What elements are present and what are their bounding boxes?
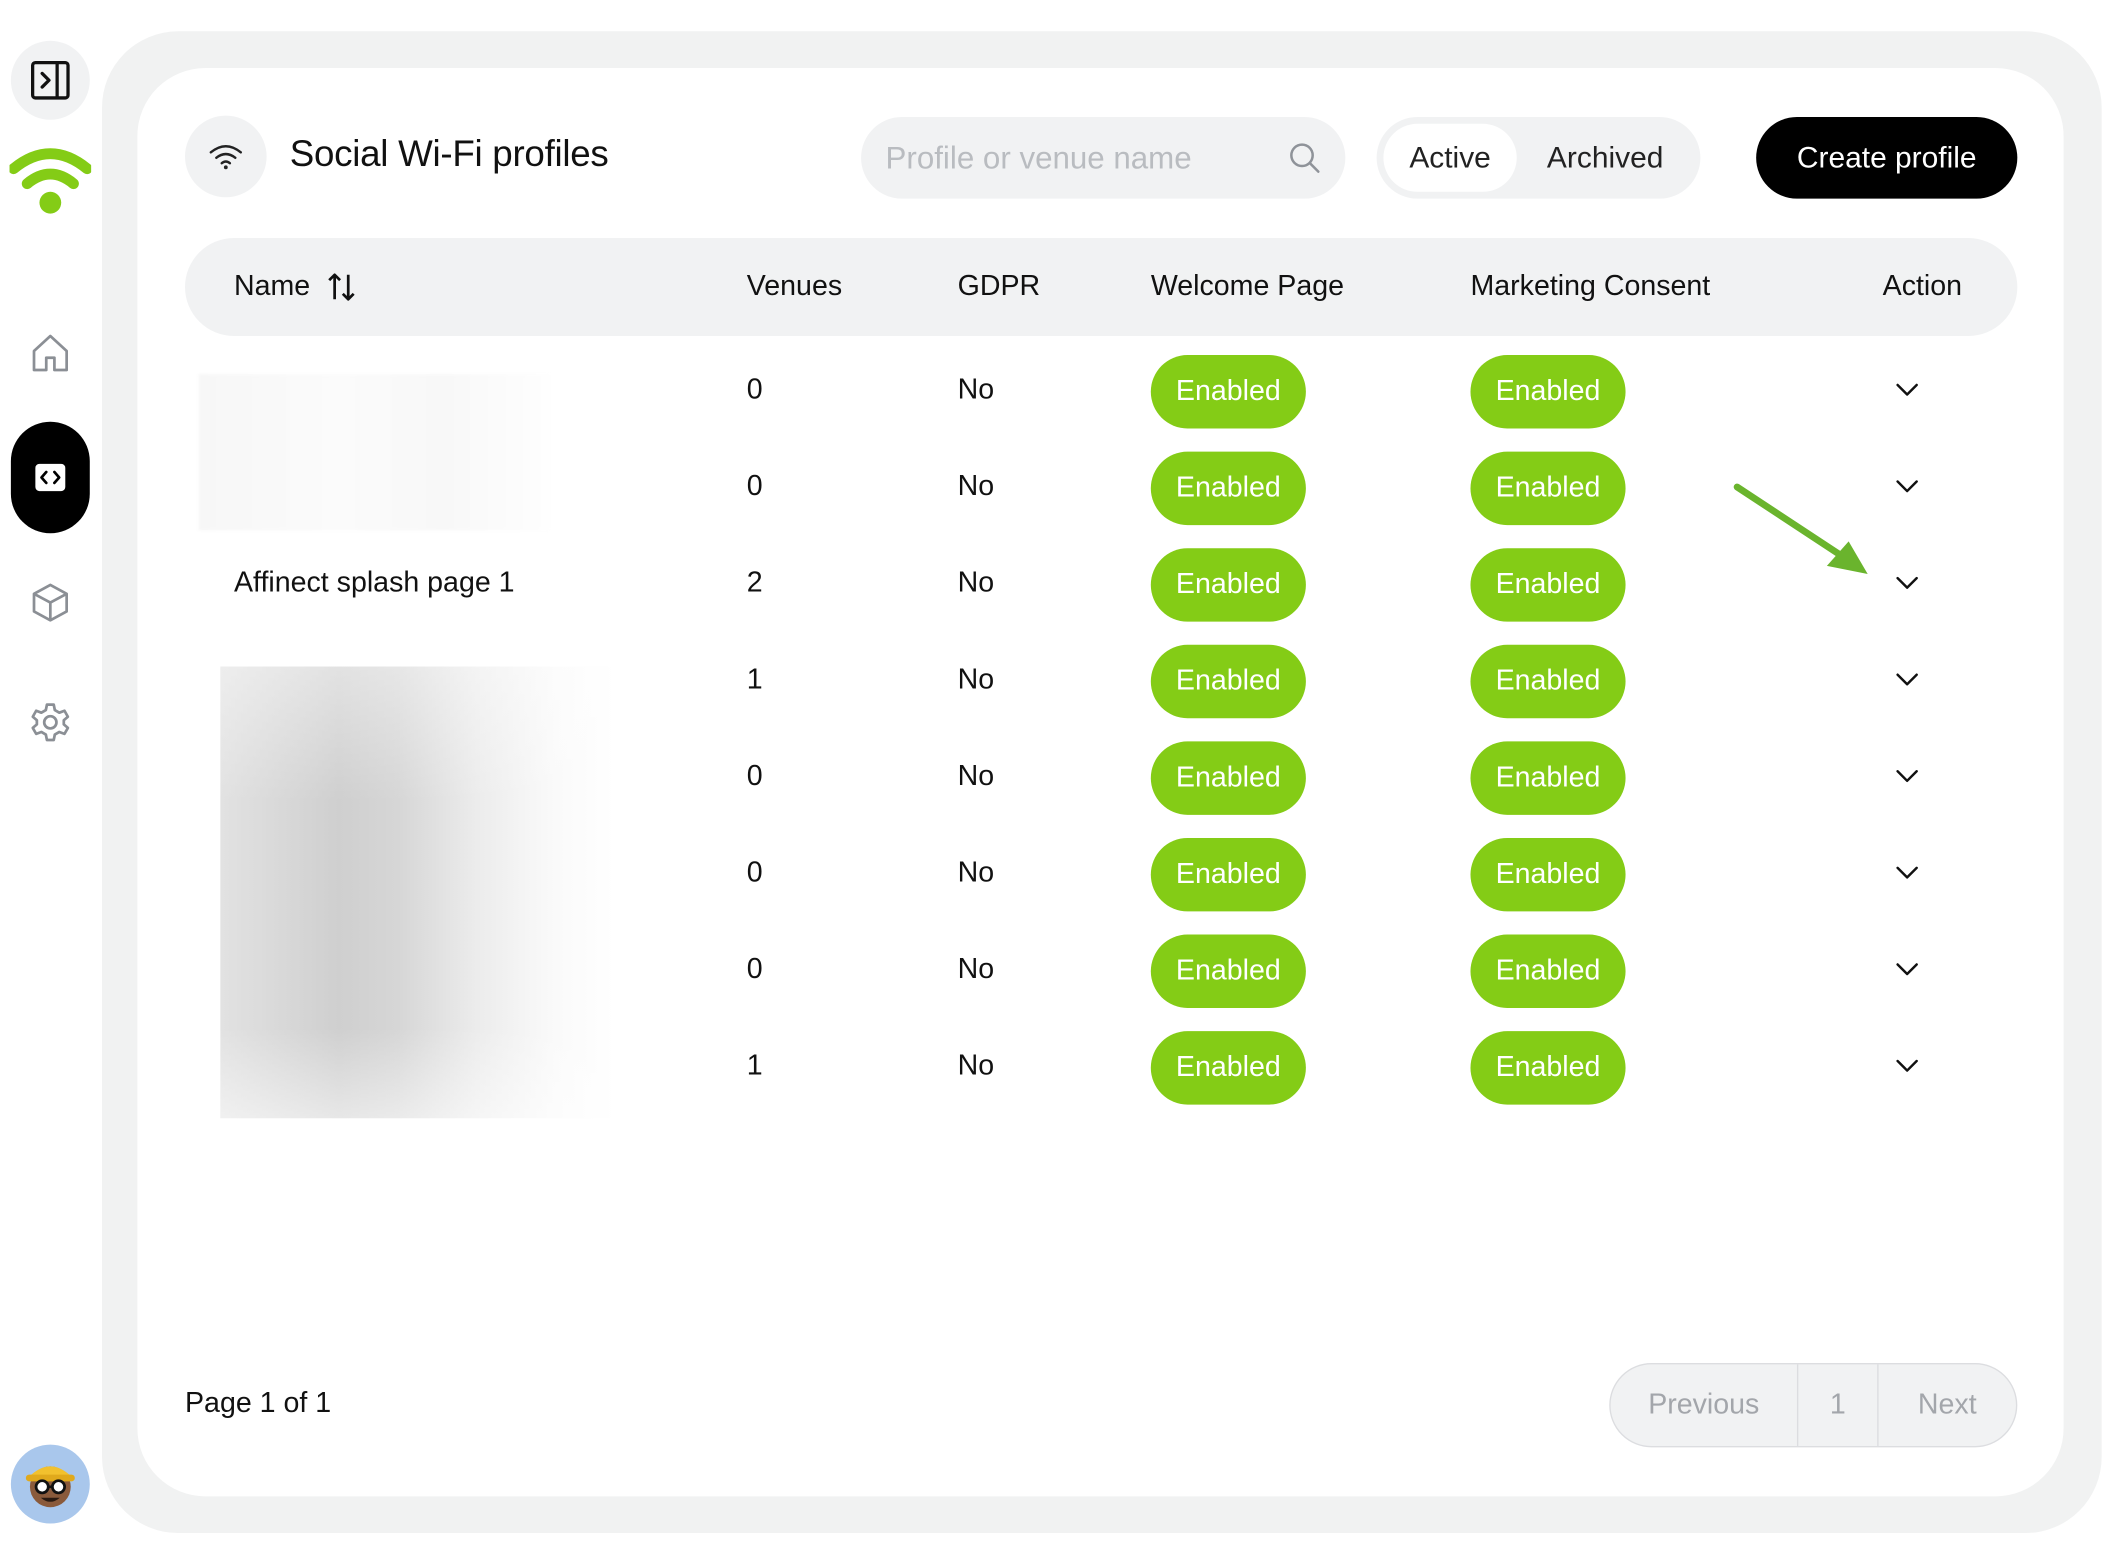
chevron-down-icon[interactable]: [1895, 1054, 1919, 1078]
gdpr-value: No: [957, 953, 995, 985]
gdpr-value: No: [957, 470, 995, 502]
pagination: Previous 1 Next: [1609, 1363, 2018, 1448]
table-row[interactable]: 0 No Enabled Enabled: [185, 729, 2017, 826]
user-avatar[interactable]: [10, 1444, 90, 1524]
sidebar-item-home[interactable]: [11, 313, 90, 392]
main-panel: Social Wi-Fi profiles Active Archived Cr…: [137, 68, 2064, 1497]
gdpr-value: No: [957, 374, 995, 406]
create-profile-button[interactable]: Create profile: [1756, 116, 2018, 199]
sidebar: [0, 0, 101, 1556]
welcome-page-status-badge: Enabled: [1150, 644, 1306, 719]
welcome-page-status-badge: Enabled: [1150, 837, 1306, 912]
venues-count: 0: [746, 953, 763, 985]
table-row[interactable]: 0 No Enabled Enabled: [185, 343, 2017, 440]
search-box: [861, 116, 1346, 199]
gdpr-value: No: [957, 760, 995, 792]
table-row[interactable]: 1 No Enabled Enabled: [185, 633, 2017, 730]
sidebar-item-venues[interactable]: [11, 563, 90, 642]
marketing-consent-status-badge: Enabled: [1470, 355, 1626, 429]
tab-archived[interactable]: Archived: [1517, 124, 1694, 192]
venues-count: 2: [746, 567, 763, 599]
gdpr-value: No: [957, 1050, 995, 1082]
marketing-consent-status-badge: Enabled: [1470, 741, 1626, 815]
code-icon: [35, 463, 66, 492]
app-stage: Social Wi-Fi profiles Active Archived Cr…: [0, 0, 2122, 1556]
column-header-name-label: Name: [233, 270, 311, 302]
tab-active[interactable]: Active: [1383, 123, 1517, 192]
column-header-venues: Venues: [746, 270, 843, 302]
header-icon-badge: [185, 115, 267, 198]
gdpr-value: No: [957, 663, 995, 696]
avatar: [25, 1466, 75, 1508]
marketing-consent-status-badge: Enabled: [1470, 1031, 1626, 1105]
column-header-marketing-consent: Marketing Consent: [1470, 270, 1711, 302]
previous-page-button[interactable]: Previous: [1611, 1364, 1799, 1446]
table-header: Name Venues GDPR Welcome Page Marketing …: [185, 238, 2018, 336]
welcome-page-status-badge: Enabled: [1150, 1031, 1306, 1105]
gdpr-value: No: [957, 567, 995, 599]
home-icon: [32, 334, 69, 372]
chevron-down-icon[interactable]: [1895, 378, 1919, 402]
venues-count: 0: [746, 374, 763, 406]
next-page-button[interactable]: Next: [1879, 1364, 2016, 1446]
table-row[interactable]: 1 No Enabled Enabled: [185, 1019, 2017, 1116]
status-filter-toggle: Active Archived: [1376, 116, 1701, 199]
venues-count: 0: [746, 470, 763, 502]
welcome-page-status-badge: Enabled: [1150, 548, 1306, 622]
page-number-button[interactable]: 1: [1798, 1364, 1879, 1446]
column-header-welcome-page: Welcome Page: [1150, 270, 1345, 302]
gdpr-value: No: [957, 856, 995, 889]
table-row[interactable]: 0 No Enabled Enabled: [185, 922, 2017, 1019]
chevron-down-icon[interactable]: [1895, 764, 1919, 788]
wifi-logo-icon: [9, 148, 92, 214]
table-row[interactable]: 0 No Enabled Enabled: [185, 826, 2017, 923]
chevron-down-icon[interactable]: [1895, 861, 1919, 885]
venues-count: 0: [746, 856, 763, 889]
annotation-arrow-icon: [1733, 483, 1868, 575]
page-title: Social Wi-Fi profiles: [289, 133, 609, 175]
search-icon[interactable]: [1288, 140, 1321, 175]
column-header-action: Action: [1882, 270, 1963, 302]
table-body: 0 No Enabled Enabled 0 No Enabled Enable…: [185, 343, 2017, 1116]
chevron-down-icon[interactable]: [1895, 668, 1919, 692]
welcome-page-status-badge: Enabled: [1150, 451, 1306, 526]
search-input[interactable]: [885, 139, 1289, 177]
column-header-name[interactable]: Name: [234, 271, 356, 304]
venues-count: 1: [746, 663, 763, 696]
marketing-consent-status-badge: Enabled: [1470, 548, 1626, 622]
chevron-down-icon[interactable]: [1895, 571, 1919, 595]
sidebar-item-splash-pages[interactable]: [10, 421, 90, 534]
welcome-page-status-badge: Enabled: [1150, 355, 1306, 429]
page-indicator: Page 1 of 1: [185, 1387, 332, 1419]
chevron-down-icon[interactable]: [1895, 475, 1919, 499]
marketing-consent-status-badge: Enabled: [1470, 837, 1626, 912]
profile-name: Affinect splash page 1: [233, 567, 515, 599]
sidebar-toggle-button[interactable]: [10, 40, 90, 120]
welcome-page-status-badge: Enabled: [1150, 741, 1306, 815]
venues-count: 1: [746, 1050, 763, 1082]
gear-icon: [31, 703, 70, 742]
marketing-consent-status-badge: Enabled: [1470, 644, 1626, 719]
sidebar-item-settings[interactable]: [11, 683, 90, 762]
welcome-page-status-badge: Enabled: [1150, 934, 1306, 1008]
column-header-gdpr: GDPR: [957, 270, 1041, 302]
marketing-consent-status-badge: Enabled: [1470, 934, 1626, 1008]
cube-icon: [32, 583, 69, 622]
sort-icon[interactable]: [327, 271, 357, 304]
chevron-down-icon[interactable]: [1895, 958, 1919, 982]
marketing-consent-status-badge: Enabled: [1470, 451, 1626, 526]
wifi-icon: [209, 145, 242, 170]
sidebar-toggle-icon: [31, 60, 70, 100]
venues-count: 0: [746, 760, 763, 792]
